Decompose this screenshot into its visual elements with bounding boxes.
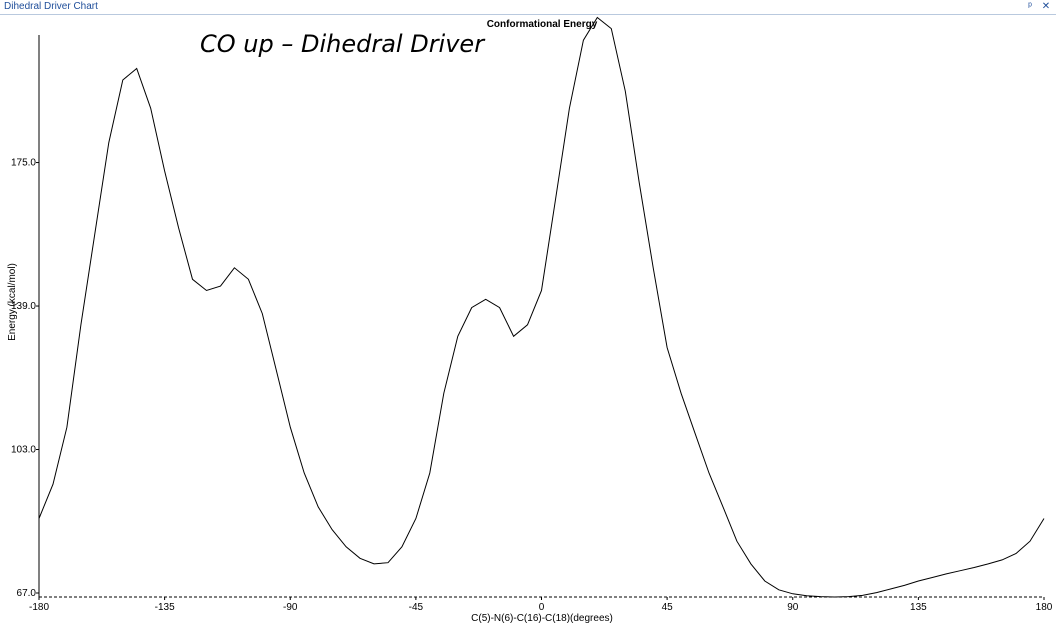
window-titlebar: Dihedral Driver Chart ᵖ ✕ [0,0,1056,15]
x-tick-label: 45 [662,602,674,613]
chart-title: Conformational Energy [487,19,598,30]
chart-area: Conformational Energy 67.0 103.0 139.0 175.… [0,15,1056,626]
x-tick-label: -135 [155,602,175,613]
y-tick-label: 67.0 [17,588,37,599]
x-ticks: -180 -135 -90 -45 0 45 90 135 180 [29,597,1053,613]
x-tick-label: 180 [1036,602,1053,613]
energy-series-line [38,16,1045,598]
x-tick-label: 135 [910,602,927,613]
close-icon[interactable]: ✕ [1040,0,1052,14]
pin-icon[interactable]: ᵖ [1024,0,1036,14]
conformational-energy-chart: Conformational Energy 67.0103.0139.0175.… [7,16,1053,624]
x-tick-label: -180 [29,602,49,613]
y-ticks: 67.0103.0139.0175.0 [11,158,39,599]
y-axis-label: Energy (kcal/mol) [7,263,18,341]
y-tick-label: 103.0 [11,445,36,456]
x-tick-label: 0 [539,602,545,613]
x-tick-label: -45 [409,602,424,613]
x-axis-label: C(5)-N(6)-C(16)-C(18)(degrees) [471,613,613,624]
x-tick-label: -90 [283,602,298,613]
window-title: Dihedral Driver Chart [4,1,98,12]
y-tick-label: 175.0 [11,158,36,169]
annotation-title: CO up – Dihedral Driver [200,30,485,58]
x-tick-label: 90 [787,602,799,613]
